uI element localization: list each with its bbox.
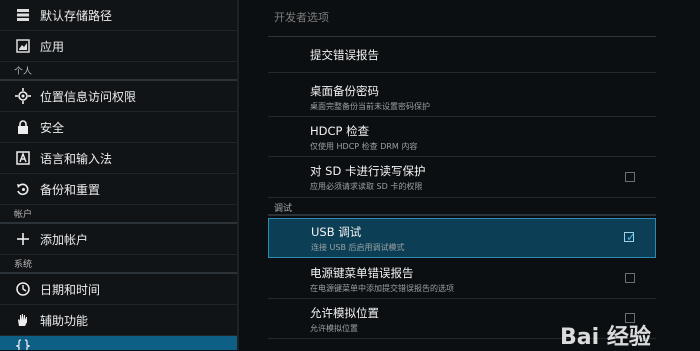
sidebar-divider: [237, 0, 239, 350]
sd-protect-checkbox[interactable]: [625, 171, 635, 182]
row-title: HDCP 检查: [310, 123, 370, 138]
section-divider: [268, 214, 656, 216]
row-title: 提交错误报告: [310, 47, 379, 62]
row-subtitle: 桌面完整备份当前未设置密码保护: [310, 101, 430, 111]
location-icon: [14, 87, 32, 105]
sidebar-item-developer-options[interactable]: [0, 336, 237, 350]
sidebar-item-label: 添加帐户: [40, 232, 89, 247]
power-menu-checkbox[interactable]: [625, 273, 635, 283]
setting-row-bug-report[interactable]: 提交错误报告: [268, 37, 656, 73]
sidebar-item-label: 位置信息访问权限: [40, 89, 137, 104]
hand-icon: [14, 311, 32, 329]
clock-icon: [14, 280, 32, 298]
row-title: 桌面备份密码: [310, 83, 379, 98]
sidebar-item-apps[interactable]: 应用: [0, 31, 237, 62]
row-subtitle: 应用必须请求读取 SD 卡的权限: [310, 182, 423, 191]
row-title: USB 调试: [311, 224, 362, 239]
setting-row-power-menu-bug-report[interactable]: 电源键菜单错误报告 在电源键菜单中添加提交错误报告的选项: [268, 260, 656, 299]
settings-sidebar: 默认存储路径 应用 个人 位置信息访问权限 安全 语言和输入法 备份和重置 帐户: [0, 0, 237, 350]
sidebar-item-default-storage[interactable]: 默认存储路径: [0, 0, 237, 31]
apps-icon: [14, 37, 32, 55]
row-subtitle: 连接 USB 后启用调试模式: [311, 242, 405, 252]
sidebar-header-system: 系统: [0, 255, 237, 274]
section-debug-label: 调试: [274, 204, 293, 214]
usb-debugging-checkbox[interactable]: ✓: [624, 230, 637, 244]
baidu-jingyan-watermark: Bai 经验: [560, 320, 700, 350]
setting-row-sd-protect[interactable]: 对 SD 卡进行读写保护 应用必须请求读取 SD 卡的权限: [268, 158, 656, 198]
sidebar-item-label: 默认存储路径: [40, 8, 113, 23]
row-title: 对 SD 卡进行读写保护: [310, 164, 426, 178]
watermark-text: Bai 经验: [560, 325, 651, 350]
row-title: 电源键菜单错误报告: [310, 265, 414, 280]
checkmark-icon: ✓: [626, 230, 637, 244]
developer-options-title: 开发者选项: [274, 11, 329, 24]
add-icon: [14, 230, 32, 248]
row-subtitle: 在电源键菜单中添加提交错误报告的选项: [310, 283, 454, 293]
setting-row-hdcp[interactable]: HDCP 检查 仅使用 HDCP 检查 DRM 内容: [268, 118, 656, 157]
sidebar-item-label: 辅助功能: [40, 313, 89, 328]
storage-icon: [14, 6, 32, 24]
row-subtitle: 仅使用 HDCP 检查 DRM 内容: [310, 141, 418, 151]
braces-icon: [14, 337, 32, 350]
sidebar-item-label: 语言和输入法: [40, 151, 113, 166]
setting-row-usb-debugging[interactable]: USB 调试 连接 USB 后启用调试模式 ✓: [268, 218, 656, 258]
sidebar-item-date-time[interactable]: 日期和时间: [0, 274, 237, 305]
sidebar-item-language[interactable]: 语言和输入法: [0, 143, 237, 174]
backup-icon: [14, 180, 32, 198]
sidebar-item-label: 应用: [40, 39, 65, 54]
sidebar-item-label: 安全: [40, 120, 65, 135]
sidebar-header-accounts: 帐户: [0, 205, 237, 224]
sidebar-header-personal: 个人: [0, 62, 237, 81]
sidebar-item-backup[interactable]: 备份和重置: [0, 174, 237, 205]
sidebar-item-label: 日期和时间: [40, 282, 101, 297]
sidebar-item-label: 备份和重置: [40, 182, 101, 197]
lock-icon: [14, 118, 32, 136]
sidebar-item-security[interactable]: 安全: [0, 112, 237, 143]
sidebar-item-accessibility[interactable]: 辅助功能: [0, 305, 237, 336]
setting-row-backup-password[interactable]: 桌面备份密码 桌面完整备份当前未设置密码保护: [268, 78, 656, 117]
language-icon: [14, 149, 32, 167]
sidebar-item-add-account[interactable]: 添加帐户: [0, 224, 237, 255]
sidebar-item-location[interactable]: 位置信息访问权限: [0, 81, 237, 112]
